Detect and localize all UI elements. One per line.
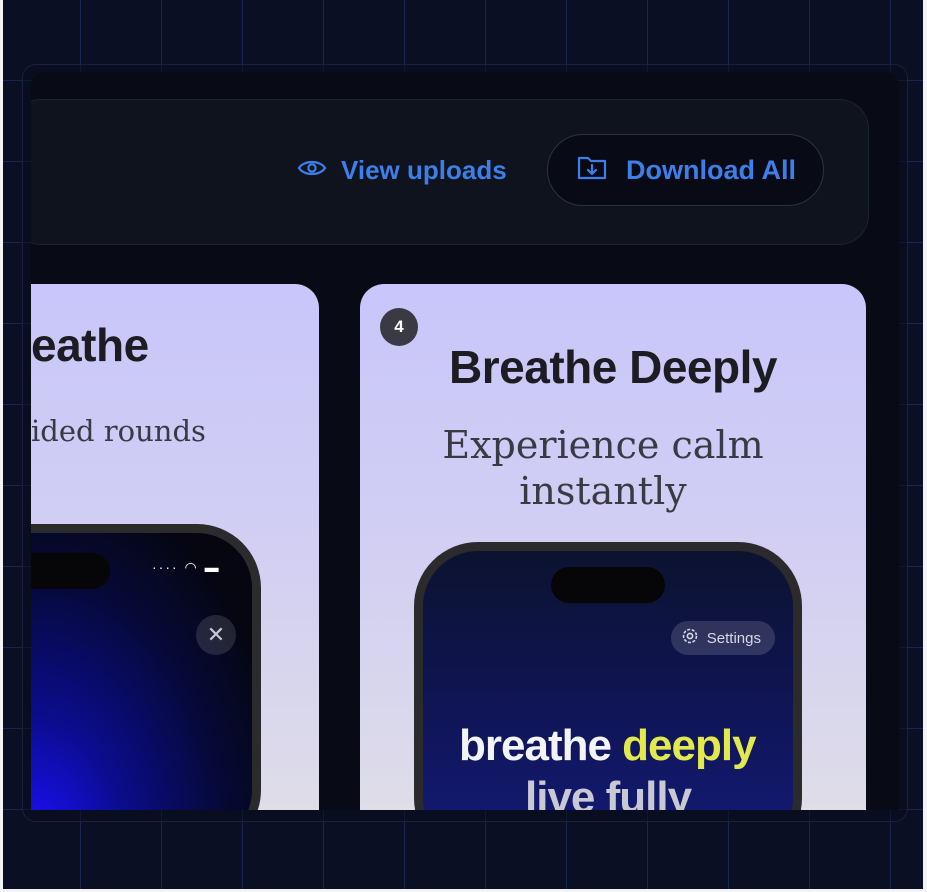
screenshot-card-3[interactable]: eathe ided rounds ···· ◠ ▬ ✕ <box>31 284 319 810</box>
folder-download-icon <box>576 153 608 188</box>
card-subtitle-line1: Experience calm <box>442 423 764 467</box>
settings-chip[interactable]: Settings <box>670 621 775 655</box>
close-icon[interactable]: ✕ <box>196 615 236 655</box>
phone-mockup: ···· ◠ ▬ ✕ <box>31 524 261 810</box>
card-headline: eathe <box>31 319 149 371</box>
screen-headline: breathe deeply <box>459 721 757 770</box>
settings-label: Settings <box>706 629 761 647</box>
screenshot-card-4[interactable]: 4 Breathe Deeply Experience calm instant… <box>360 284 866 810</box>
card-headline: Breathe Deeply <box>449 341 777 393</box>
view-uploads-label: View uploads <box>341 154 507 185</box>
dynamic-island <box>31 553 110 589</box>
download-all-button[interactable]: Download All <box>547 134 824 206</box>
phone-mockup: Settings breathe deeply live fully <box>414 542 802 810</box>
card-subtitle: ided rounds <box>31 414 206 448</box>
card-subtitle-line2: instantly <box>519 469 687 513</box>
eye-icon <box>297 155 327 186</box>
gear-icon <box>681 627 699 649</box>
view-uploads-button[interactable]: View uploads <box>297 150 507 190</box>
status-bar-icons: ···· ◠ ▬ <box>152 559 221 575</box>
dynamic-island <box>551 567 665 603</box>
screen-subheadline: live fully <box>525 773 692 810</box>
download-all-label: Download All <box>626 154 796 185</box>
